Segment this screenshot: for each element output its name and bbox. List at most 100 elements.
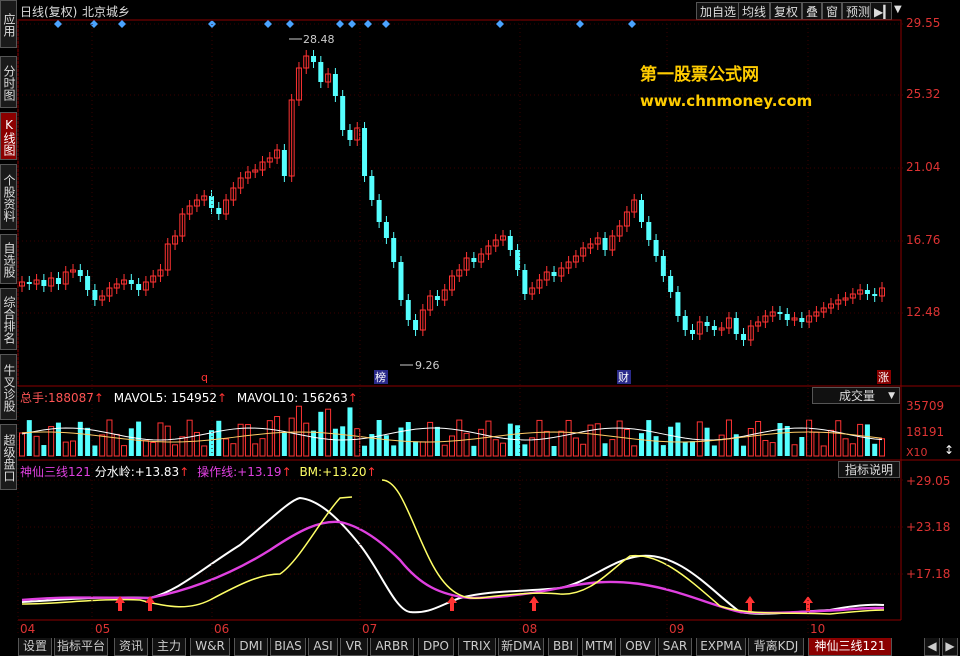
volume-bar-up [186,419,193,457]
tab-news[interactable]: 资讯 [114,638,148,656]
month-label: 10 [810,622,826,636]
candle-body-down [332,74,338,96]
tab-dpo[interactable]: DPO [418,638,454,656]
tab-trix[interactable]: TRIX [458,638,496,656]
volume-bar-down [784,425,790,456]
up-arrow-icon: ↑ [347,391,358,405]
candle-body-down [26,282,32,284]
indicator-legend: 神仙三线121 分水岭:+13.83↑ 操作线:+13.19↑ BM:+13.2… [20,463,377,480]
tab-sar[interactable]: SAR [658,638,692,656]
volume-bar-up [121,445,128,457]
diamond-marker [90,20,98,28]
mavol5-value: 154952 [171,391,217,405]
tab-obv[interactable]: OBV [620,638,656,656]
candle-body-down [522,270,528,294]
tab-mtm[interactable]: MTM [582,638,616,656]
diamond-marker [348,20,356,28]
volume-bar-down [704,427,710,456]
marker-q: q [201,371,208,384]
candle-body-down [733,318,739,334]
scroll-left-icon[interactable]: ◀ [924,638,940,656]
volume-bar-down [405,422,411,456]
volume-bar-up [419,441,426,457]
indicator-help-button[interactable]: 指标说明 [838,461,900,478]
volume-legend: 总手:188087↑ MAVOL5: 154952↑ MAVOL10: 1562… [20,389,358,406]
volume-selector-label: 成交量 [839,389,876,403]
volume-bar-up [48,426,55,457]
diamond-marker [336,20,344,28]
volume-bar-up [623,429,630,457]
volume-bar-down [128,428,134,456]
tab-wr[interactable]: W&R [190,638,230,656]
month-label: 04 [20,622,36,636]
volume-bar-down [638,433,644,456]
tab-main-force[interactable]: 主力 [152,638,186,656]
volume-bar-up [164,425,171,457]
tab-vr[interactable]: VR [340,638,368,656]
volume-bar-up [806,419,813,457]
volume-bar-up [33,435,40,457]
marker-cai: 财 [618,370,629,384]
candle-body-down [777,312,783,314]
volume-bar-up [827,429,834,457]
volume-bar-up [762,439,769,457]
line2-value: +13.19 [237,465,282,479]
mavol10-value: 156263 [301,391,348,405]
volume-bar-down [471,445,477,456]
diamond-marker [496,20,504,28]
candle-body-down [507,236,513,250]
tab-asi[interactable]: ASI [308,638,338,656]
volume-bar-up [201,445,208,457]
tab-shenxian[interactable]: 神仙三线121 [808,638,892,656]
candle-body-down [704,322,710,326]
candle-body-down [85,276,91,290]
tab-new-dma[interactable]: 新DMA [498,638,544,656]
volume-bar-down [711,445,717,456]
signal-diamonds [54,20,636,28]
indicator-axis-label: +29.05 [906,474,951,488]
mavol10-label: MAVOL10: [236,391,299,405]
tab-expma[interactable]: EXPMA [696,638,746,656]
volume-bar-down [92,445,98,456]
month-label: 09 [669,622,685,636]
tab-bbi[interactable]: BBI [548,638,578,656]
volume-selector-button[interactable]: 成交量 ▼ [812,387,900,404]
tab-arbr[interactable]: ARBR [370,638,414,656]
indicator-axis-label: +17.18 [906,567,951,581]
volume-bar-down [85,427,91,456]
tab-bias[interactable]: BIAS [270,638,306,656]
volume-bar-up [543,430,550,457]
resize-icon[interactable]: ↕ [944,444,954,456]
volume-axis-label: 35709 [906,399,945,413]
volume-bar-down [682,441,688,456]
candle-body-down [369,176,375,200]
volume-bar-up [835,420,842,457]
volume-bar-up [842,438,849,457]
month-label: 06 [214,622,230,636]
dropdown-icon: ▼ [888,391,895,401]
tab-dmi[interactable]: DMI [234,638,268,656]
scroll-right-icon[interactable]: ▶ [942,638,958,656]
candle-body-down [638,200,644,222]
volume-bar-down [347,407,353,456]
up-arrow-icon: ↑ [217,391,228,405]
candle-body-down [362,128,368,176]
volume-bar-up [259,438,266,457]
tab-divergence-kdj[interactable]: 背离KDJ [748,638,804,656]
candle-body-down [318,62,324,82]
volume-bar-down [507,423,513,456]
volume-bar-down [653,436,659,456]
price-axis-label: 12.48 [906,305,941,319]
volume-bar-up [478,428,485,457]
volume-bar-up [631,445,638,457]
candle-body-down [41,280,47,286]
tab-indicator-platform[interactable]: 指标平台 [54,638,108,656]
volume-bar-up [500,442,507,457]
price-axis-label: 25.32 [906,87,941,101]
indicator-yellow-line [21,496,353,608]
volume-bar-up [755,420,762,457]
tab-settings[interactable]: 设置 [18,638,52,656]
volume-bar-up [223,438,230,457]
candle-body-down [675,292,681,316]
volume-bar-down [340,426,346,456]
